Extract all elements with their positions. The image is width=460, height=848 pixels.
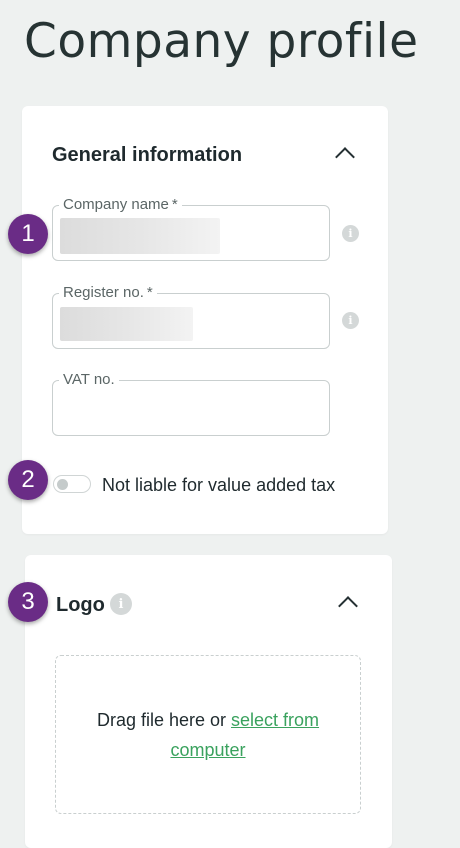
register-no-label: Register no. *	[59, 284, 157, 301]
logo-dropzone[interactable]: Drag file here or select from computer	[55, 655, 361, 814]
step-badge-1: 1	[8, 214, 48, 254]
page-title: Company profile	[24, 14, 419, 69]
dropzone-text: Drag file here or select from computer	[96, 709, 320, 760]
logo-title: Logo	[56, 594, 105, 616]
register-no-value-redacted	[60, 307, 193, 341]
vat-liability-toggle-label: Not liable for value added tax	[102, 475, 336, 495]
company-name-label: Company name *	[59, 196, 182, 213]
vat-no-field[interactable]: VAT no.	[52, 371, 330, 436]
logo-card: Logo i Drag file here or select from com…	[25, 555, 392, 848]
info-icon[interactable]: i	[342, 312, 359, 329]
chevron-up-icon[interactable]	[338, 596, 358, 616]
company-name-value-redacted	[60, 218, 220, 254]
vat-liability-toggle[interactable]	[53, 475, 91, 493]
chevron-up-icon[interactable]	[335, 147, 355, 167]
register-no-field[interactable]: Register no. *	[52, 284, 330, 349]
general-information-card: General information Company name * i Regi…	[22, 106, 388, 534]
company-name-field[interactable]: Company name *	[52, 196, 330, 261]
info-icon[interactable]: i	[342, 225, 359, 242]
vat-no-label: VAT no.	[59, 371, 119, 388]
step-badge-2: 2	[8, 460, 48, 500]
step-badge-3: 3	[8, 582, 48, 622]
toggle-knob	[57, 479, 68, 490]
general-information-title: General information	[52, 144, 243, 166]
info-icon[interactable]: i	[110, 593, 132, 615]
